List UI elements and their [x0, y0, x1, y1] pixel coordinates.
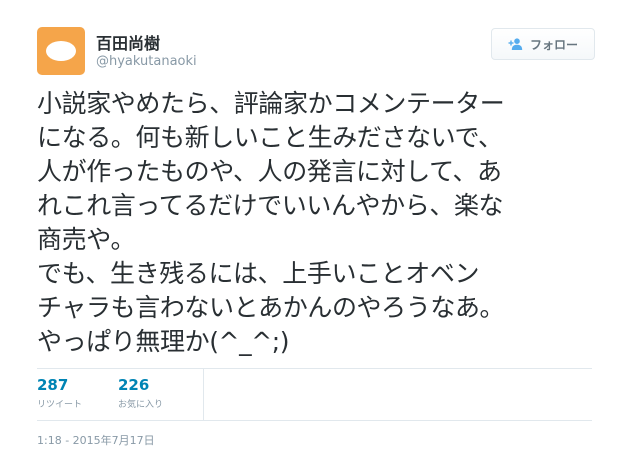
favorite-stat[interactable]: 226 お気に入り	[118, 376, 163, 412]
follow-label: フォロー	[529, 37, 578, 52]
tweet-card: 百田尚樹 @hyakutanaoki フォロー 小説家やめたら、評論家かコメンテ…	[0, 0, 629, 465]
follow-button[interactable]: フォロー	[491, 28, 595, 60]
author-handle[interactable]: @hyakutanaoki	[96, 54, 197, 69]
author-name[interactable]: 百田尚樹	[96, 30, 160, 54]
tweet-line: 商売や。	[37, 225, 136, 254]
tweet-line: れこれ言ってるだけでいいんやから、楽な	[37, 191, 504, 220]
retweet-label: リツイート	[37, 400, 83, 410]
favorite-count: 226	[118, 376, 150, 394]
tweet-text: 小説家やめたら、評論家かコメンテーター になる。何も新しいこと生みださないで、 …	[37, 87, 597, 359]
favorite-label: お気に入り	[118, 400, 164, 410]
tweet-line: やっぱり無理か(^_^;)	[37, 327, 290, 356]
egg-avatar-icon	[46, 41, 76, 61]
tweet-line: 人が作ったものや、人の発言に対して、あ	[37, 157, 502, 186]
retweet-count: 287	[37, 376, 69, 394]
tweet-line: チャラも言わないとあかんのやろうなあ。	[37, 293, 505, 322]
tweet-line: になる。何も新しいこと生みださないで、	[37, 123, 503, 152]
avatar[interactable]	[37, 27, 85, 75]
retweet-stat[interactable]: 287 リツイート	[37, 376, 82, 412]
tweet-line: 小説家やめたら、評論家かコメンテーター	[37, 89, 505, 118]
add-user-icon	[508, 38, 524, 50]
tweet-line: でも、生き残るには、上手いことオベン	[37, 259, 480, 288]
divider	[37, 368, 592, 369]
stats-separator	[203, 369, 204, 420]
tweet-timestamp[interactable]: 1:18 - 2015年7月17日	[37, 432, 155, 448]
divider	[37, 420, 592, 421]
